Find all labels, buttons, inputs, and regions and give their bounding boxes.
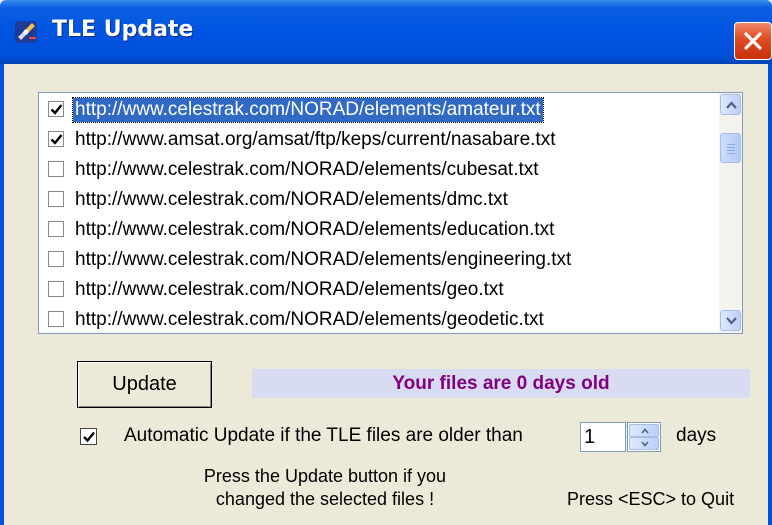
scroll-down-button[interactable] xyxy=(720,310,741,331)
window-frame-right xyxy=(768,64,772,525)
update-hint-line: changed the selected files ! xyxy=(215,489,435,509)
list-item-checkbox[interactable] xyxy=(48,251,64,267)
spin-up-button[interactable] xyxy=(629,424,659,437)
list-scrollbar[interactable] xyxy=(719,93,742,333)
list-item-checkbox[interactable] xyxy=(48,101,64,117)
days-spinner[interactable] xyxy=(627,422,661,452)
scroll-up-button[interactable] xyxy=(720,94,741,115)
scroll-thumb[interactable] xyxy=(720,133,741,163)
window-frame-left xyxy=(0,64,4,525)
list-item-url: http://www.celestrak.com/NORAD/elements/… xyxy=(75,309,544,330)
list-item-url: http://www.celestrak.com/NORAD/elements/… xyxy=(75,159,539,180)
list-item[interactable]: http://www.amsat.org/amsat/ftp/keps/curr… xyxy=(41,124,717,155)
auto-update-checkbox[interactable] xyxy=(80,428,97,445)
list-item[interactable]: http://www.celestrak.com/NORAD/elements/… xyxy=(41,274,717,305)
list-item-checkbox[interactable] xyxy=(48,281,64,297)
list-item-url: http://www.celestrak.com/NORAD/elements/… xyxy=(75,279,504,300)
thumb-grip-line xyxy=(727,153,735,154)
tle-source-listbox[interactable]: http://www.celestrak.com/NORAD/elements/… xyxy=(38,92,743,334)
list-item[interactable]: http://www.celestrak.com/NORAD/elements/… xyxy=(41,154,717,185)
thumb-grip-line xyxy=(727,150,735,151)
list-item-checkbox[interactable] xyxy=(48,311,64,327)
days-input[interactable]: 1 xyxy=(580,422,626,452)
quit-hint: Press <ESC> to Quit xyxy=(567,489,735,509)
days-unit-label: days xyxy=(676,425,717,446)
list-item-url: http://www.amsat.org/amsat/ftp/keps/curr… xyxy=(75,129,556,150)
update-hint-line: Press the Update button if you xyxy=(203,466,447,486)
title-bar[interactable]: TLE Update xyxy=(0,0,772,64)
spin-down-button[interactable] xyxy=(629,437,659,450)
list-item-checkbox[interactable] xyxy=(48,131,64,147)
list-item[interactable]: http://www.celestrak.com/NORAD/elements/… xyxy=(41,184,717,215)
list-item-checkbox[interactable] xyxy=(48,221,64,237)
list-item-url: http://www.celestrak.com/NORAD/elements/… xyxy=(72,97,544,123)
update-button[interactable]: Update xyxy=(77,361,212,408)
window-title: TLE Update xyxy=(52,17,194,42)
satellite-app-icon xyxy=(14,20,40,44)
thumb-grip-line xyxy=(727,144,735,145)
list-item-url: http://www.celestrak.com/NORAD/elements/… xyxy=(75,249,572,270)
list-item-url: http://www.celestrak.com/NORAD/elements/… xyxy=(75,219,555,240)
list-item[interactable]: http://www.celestrak.com/NORAD/elements/… xyxy=(41,304,717,335)
list-item[interactable]: http://www.celestrak.com/NORAD/elements/… xyxy=(41,214,717,245)
list-item[interactable]: http://www.celestrak.com/NORAD/elements/… xyxy=(41,244,717,275)
file-age-status: Your files are 0 days old xyxy=(252,369,750,398)
update-hint: Press the Update button if you changed t… xyxy=(180,465,470,511)
list-item[interactable]: http://www.celestrak.com/NORAD/elements/… xyxy=(41,94,717,125)
list-item-checkbox[interactable] xyxy=(48,191,64,207)
thumb-grip-line xyxy=(727,147,735,148)
list-item-checkbox[interactable] xyxy=(48,161,64,177)
auto-update-label: Automatic Update if the TLE files are ol… xyxy=(124,425,523,446)
close-button[interactable] xyxy=(734,22,772,60)
list-item-url: http://www.celestrak.com/NORAD/elements/… xyxy=(75,189,508,210)
